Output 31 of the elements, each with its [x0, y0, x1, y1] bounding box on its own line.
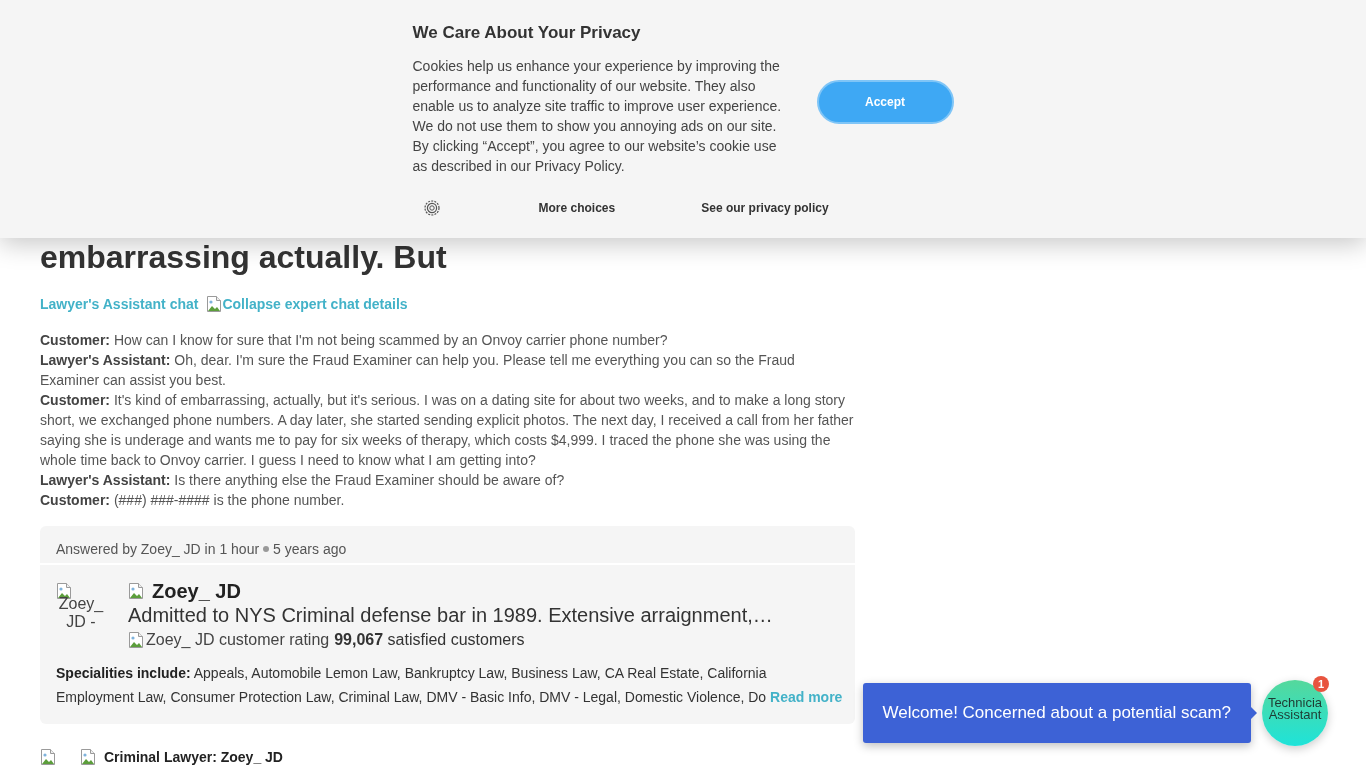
avatar-alt-text: Zoey_ JD - — [57, 595, 105, 631]
expert-tagline: Admitted to NYS Criminal defense bar in 1989. Extensive arraignment,… — [128, 603, 774, 627]
dot-icon — [263, 546, 270, 552]
expert-heading: Criminal Lawyer: Zoey_ JD — [104, 749, 283, 765]
chat-message: Customer: It's kind of embarrassing, actually, but it's serious. I was on a dating site for about two weeks, and to make a long story short, we exchanged phone numbers. A day later, she started sending explicit photos. The next day, I received a call from her father saying she is underage and wants me to pay for six weeks of therapy, which costs $4,999. I traced the phone she was using the whole time back to Onvoy carrier. I guess I need to know what I am getting into? — [40, 391, 855, 470]
broken-image-icon — [80, 749, 96, 765]
broken-image-icon — [56, 583, 72, 599]
broken-image-icon — [40, 749, 56, 765]
notification-badge: 1 — [1313, 676, 1329, 692]
bubble-pointer-icon — [1251, 707, 1257, 719]
cookie-title: We Care About Your Privacy — [412, 23, 642, 43]
assistant-alt-text: Technicia Assistant — [1266, 697, 1324, 721]
answer-age-text: 5 years ago — [273, 541, 347, 557]
chat-message: Lawyer's Assistant: Is there anything else the Fraud Examiner should be aware of? — [40, 471, 566, 490]
specialities-text: Specialities include: Appeals, Automobile Lemon Law, Bankruptcy Law, Business Law, CA Real Estate, California Employment Law, Consumer Protection Law, Criminal Law, DMV - Basic Info, DMV - Legal, Domestic Violence, Do Read more — [56, 664, 844, 707]
question-heading: embarrassing actually. But — [40, 239, 448, 275]
broken-image-icon — [206, 296, 223, 312]
more-choices-button[interactable]: More choices — [538, 200, 616, 216]
broken-image-icon — [128, 583, 144, 599]
expert-name: Zoey_ JD — [152, 579, 241, 603]
chat-bubble[interactable]: Welcome! Concerned about a potential scam? — [862, 683, 1251, 743]
broken-image-icon — [128, 632, 144, 648]
chat-message: Customer: How can I know for sure that I'm not being scammed by an Onvoy carrier phone number? — [40, 331, 669, 350]
privacy-policy-link[interactable]: See our privacy policy — [701, 200, 829, 216]
chat-message: Customer: (###) ###-#### is the phone number. — [40, 491, 346, 510]
answered-by-text: Answered by Zoey_ JD in 1 hour — [56, 541, 260, 557]
chat-message: Lawyer's Assistant: Oh, dear. I'm sure the Fraud Examiner can help you. Please tell me everything you can so the Fraud Examiner can assist you best. — [40, 351, 796, 390]
rating-alt-text: Zoey_ JD customer rating — [146, 631, 330, 649]
satisfied-customers-text: 99,067 satisfied customers — [334, 631, 525, 649]
rings-icon[interactable] — [423, 200, 440, 216]
cookie-body-text: Cookies help us enhance your experience by improving the performance and functionality of our website. They also enable us to analyze site traffic to improve user experience. We do not use them to show you annoying ads on our site. By clicking “Accept”, you agree to our website’s cookie use as described in our Privacy Policy. — [412, 57, 783, 176]
